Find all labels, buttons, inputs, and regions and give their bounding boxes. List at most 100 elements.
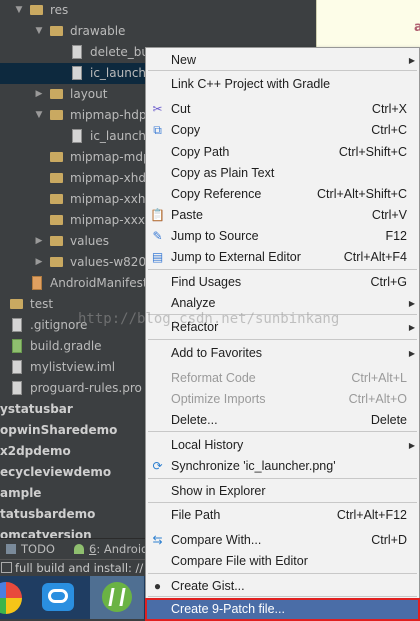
menu-item-file-path[interactable]: File Path Ctrl+Alt+F12 bbox=[146, 505, 419, 526]
menu-item-compare-with[interactable]: ⇆ Compare With... Ctrl+D bbox=[146, 530, 419, 551]
tree-item-label: mipmap-xhdpi bbox=[70, 171, 157, 185]
todo-tool-button[interactable]: TODO bbox=[6, 539, 55, 560]
tree-item-label: tatusbardemo bbox=[0, 507, 96, 521]
editor-glyph: a bbox=[414, 20, 420, 35]
menu-item-label: Cut bbox=[171, 102, 191, 116]
compare-icon: ⇆ bbox=[152, 533, 163, 547]
menu-item-label: Reformat Code bbox=[171, 371, 256, 385]
menu-item-label: Copy Reference bbox=[171, 187, 262, 201]
tree-item-label: .gitignore bbox=[30, 318, 88, 332]
menu-item-shortcut: Delete bbox=[370, 413, 407, 427]
menu-item-label: Create Gist... bbox=[171, 579, 245, 593]
file-icon bbox=[12, 360, 22, 374]
folder-icon bbox=[50, 173, 63, 183]
external-editor-icon: ▤ bbox=[151, 250, 164, 264]
menu-item-add-to-favorites[interactable]: Add to Favorites ▶ bbox=[146, 343, 419, 364]
menu-separator bbox=[148, 314, 417, 315]
taskbar-browser-button[interactable] bbox=[0, 576, 26, 619]
menu-item-refactor[interactable]: Refactor ▶ bbox=[146, 317, 419, 338]
menu-item-cut[interactable]: ✂ Cut Ctrl+X bbox=[146, 99, 419, 120]
menu-item-label: Local History bbox=[171, 438, 244, 452]
menu-item-shortcut: Ctrl+V bbox=[371, 208, 407, 222]
file-icon bbox=[72, 66, 82, 80]
collapse-arrow-icon[interactable]: ▶ bbox=[34, 252, 44, 273]
sync-icon: ⟳ bbox=[152, 459, 163, 473]
tree-item-label: layout bbox=[70, 87, 108, 101]
android-tool-button[interactable]: 6: Android bbox=[74, 539, 148, 560]
menu-item-label: Analyze bbox=[171, 296, 216, 310]
expand-arrow-icon[interactable]: ▼ bbox=[34, 21, 44, 42]
menu-item-shortcut: F12 bbox=[385, 229, 407, 243]
tree-item-label: mylistview.iml bbox=[30, 360, 116, 374]
folder-icon bbox=[50, 26, 63, 36]
status-icon bbox=[1, 562, 12, 573]
tree-item-label: build.gradle bbox=[30, 339, 102, 353]
menu-item-copy-as-plain-text[interactable]: Copy as Plain Text bbox=[146, 163, 419, 184]
menu-separator bbox=[148, 478, 417, 479]
menu-item-label: Jump to External Editor bbox=[171, 250, 301, 264]
tree-item-label: proguard-rules.pro bbox=[30, 381, 142, 395]
menu-item-shortcut: Ctrl+X bbox=[371, 102, 407, 116]
menu-item-analyze[interactable]: Analyze ▶ bbox=[146, 293, 419, 314]
menu-item-shortcut: Ctrl+Alt+O bbox=[348, 392, 407, 406]
menu-item-compare-file-with-editor[interactable]: Compare File with Editor bbox=[146, 551, 419, 572]
menu-item-delete[interactable]: Delete... Delete bbox=[146, 410, 419, 431]
menu-item-label: Jump to Source bbox=[171, 229, 259, 243]
submenu-arrow-icon: ▶ bbox=[408, 299, 415, 308]
menu-item-paste[interactable]: 📋 Paste Ctrl+V bbox=[146, 205, 419, 226]
paste-icon: 📋 bbox=[150, 208, 165, 222]
menu-item-create-gist[interactable]: ● Create Gist... bbox=[146, 576, 419, 597]
menu-item-new[interactable]: New ▶ bbox=[146, 50, 419, 71]
folder-icon bbox=[50, 110, 63, 120]
github-icon: ● bbox=[153, 579, 162, 593]
menu-item-label: Paste bbox=[171, 208, 203, 222]
menu-item-link-c-project-with-gradle[interactable]: Link C++ Project with Gradle bbox=[146, 74, 419, 95]
collapse-arrow-icon[interactable]: ▶ bbox=[34, 231, 44, 252]
menu-item-label: New bbox=[171, 53, 197, 67]
todo-label: TODO bbox=[21, 542, 55, 556]
menu-item-copy[interactable]: ⧉ Copy Ctrl+C bbox=[146, 120, 419, 141]
tree-item-label: ample bbox=[0, 486, 42, 500]
menu-item-local-history[interactable]: Local History ▶ bbox=[146, 435, 419, 456]
folder-icon bbox=[50, 215, 63, 225]
menu-item-find-usages[interactable]: Find Usages Ctrl+G bbox=[146, 272, 419, 293]
context-menu: New ▶ Link C++ Project with Gradle ✂ Cut Ctrl… bbox=[145, 47, 420, 621]
menu-item-label: Show in Explorer bbox=[171, 484, 266, 498]
menu-item-label: Compare With... bbox=[171, 533, 262, 547]
submenu-arrow-icon: ▶ bbox=[408, 349, 415, 358]
taskbar-android-studio-button[interactable] bbox=[90, 576, 144, 619]
tree-item-label: ecycleviewdemo bbox=[0, 465, 112, 479]
menu-item-show-in-explorer[interactable]: Show in Explorer bbox=[146, 481, 419, 502]
menu-separator bbox=[148, 596, 417, 597]
android-icon bbox=[74, 544, 84, 554]
file-icon bbox=[12, 381, 22, 395]
menu-item-shortcut: Ctrl+Alt+F12 bbox=[336, 508, 407, 522]
status-text: full build and install: // I bbox=[15, 561, 151, 575]
submenu-arrow-icon: ▶ bbox=[408, 56, 415, 65]
tree-item-label: mipmap-mdpi bbox=[70, 150, 154, 164]
menu-item-jump-to-external-editor[interactable]: ▤ Jump to External Editor Ctrl+Alt+F4 bbox=[146, 247, 419, 268]
menu-item-create-9-patch-file[interactable]: Create 9-Patch file... bbox=[145, 598, 420, 621]
android-tool-label: Android bbox=[103, 542, 149, 556]
expand-arrow-icon[interactable]: ▼ bbox=[14, 0, 24, 21]
menu-item-synchronize-ic-launcher-png[interactable]: ⟳ Synchronize 'ic_launcher.png' bbox=[146, 456, 419, 477]
menu-item-copy-reference[interactable]: Copy Reference Ctrl+Alt+Shift+C bbox=[146, 184, 419, 205]
menu-separator bbox=[148, 70, 417, 71]
tree-item-label: opwinSharedemo bbox=[0, 423, 118, 437]
menu-item-label: Copy bbox=[171, 123, 201, 137]
menu-item-shortcut: Ctrl+Shift+C bbox=[338, 145, 407, 159]
tree-item-label: test bbox=[30, 297, 54, 311]
collapse-arrow-icon[interactable]: ▶ bbox=[34, 84, 44, 105]
menu-separator bbox=[148, 502, 417, 503]
menu-item-jump-to-source[interactable]: ✎ Jump to Source F12 bbox=[146, 226, 419, 247]
menu-item-shortcut: Ctrl+Alt+Shift+C bbox=[317, 187, 407, 201]
menu-item-copy-path[interactable]: Copy Path Ctrl+Shift+C bbox=[146, 142, 419, 163]
taskbar-cloud-button[interactable] bbox=[34, 576, 84, 619]
menu-item-label: Refactor bbox=[171, 320, 219, 334]
menu-separator bbox=[148, 339, 417, 340]
expand-arrow-icon[interactable]: ▼ bbox=[34, 105, 44, 126]
menu-item-reformat-code[interactable]: Reformat Code Ctrl+Alt+L bbox=[146, 368, 419, 389]
file-icon bbox=[12, 318, 22, 332]
browser-icon bbox=[0, 582, 22, 614]
menu-item-optimize-imports[interactable]: Optimize Imports Ctrl+Alt+O bbox=[146, 389, 419, 410]
